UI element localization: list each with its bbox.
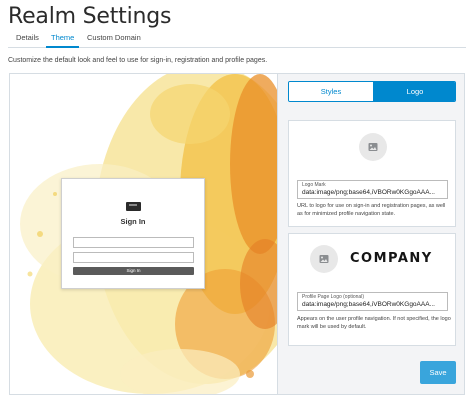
profile-logo-card: COMPANY Profile Page Logo (optional) dat… (288, 233, 456, 346)
password-field-preview (73, 252, 194, 263)
signin-title: Sign In (120, 217, 146, 226)
company-logo-preview: COMPANY (350, 251, 433, 266)
profile-logo-help: Appears on the user profile navigation. … (297, 316, 451, 330)
profile-logo-label: Profile Page Logo (optional) (302, 294, 364, 300)
logo-mark-preview (126, 202, 141, 211)
logo-mark-card: Logo Mark data:image/png;base64,iVBORw0K… (288, 120, 456, 227)
mode-toggle: Styles Logo (288, 81, 456, 102)
tab-details[interactable]: Details (11, 32, 44, 48)
signin-preview-card: Sign In Sign In (61, 178, 205, 289)
logo-mark-field[interactable]: Logo Mark data:image/png;base64,iVBORw0K… (297, 180, 448, 199)
profile-logo-thumbnail (310, 245, 338, 273)
logo-mark-input[interactable]: data:image/png;base64,iVBORw0KGgoAAA... (302, 189, 445, 196)
logo-mark-thumbnail (359, 133, 387, 161)
profile-logo-field[interactable]: Profile Page Logo (optional) data:image/… (297, 292, 448, 311)
save-button[interactable]: Save (420, 361, 456, 384)
username-field-preview (73, 237, 194, 248)
logo-mark-label: Logo Mark (302, 182, 326, 188)
image-icon (368, 143, 378, 151)
profile-logo-input[interactable]: data:image/png;base64,iVBORw0KGgoAAA... (302, 301, 445, 308)
logo-toggle-button[interactable]: Logo (373, 82, 455, 101)
page-title: Realm Settings (8, 4, 172, 29)
styles-toggle-button[interactable]: Styles (289, 82, 373, 101)
image-icon (319, 255, 329, 263)
signin-button-preview: Sign In (73, 267, 194, 275)
tab-theme[interactable]: Theme (46, 32, 80, 48)
theme-preview: Sign In Sign In (9, 73, 278, 395)
logo-mark-help: URL to logo for use on sign-in and regis… (297, 203, 446, 217)
page-description: Customize the default look and feel to u… (8, 57, 268, 64)
tab-bar: Details Theme Custom Domain (8, 32, 466, 48)
tab-custom-domain[interactable]: Custom Domain (82, 32, 146, 48)
